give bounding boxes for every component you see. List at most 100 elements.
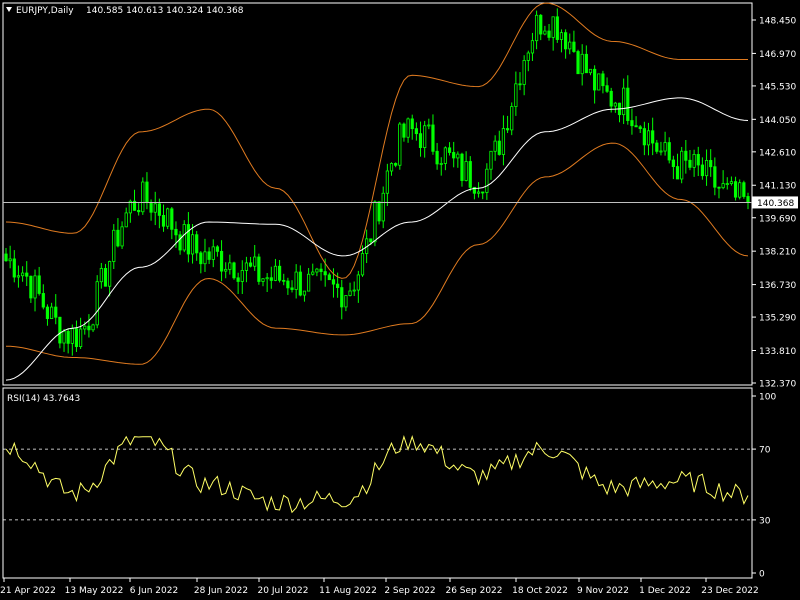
price-tick-label: 138.210	[759, 248, 796, 258]
candle-body	[157, 203, 161, 216]
candle-body	[360, 253, 365, 276]
candle-body	[203, 251, 207, 265]
candle-body	[385, 170, 389, 194]
candle-body	[112, 229, 116, 262]
candle-body	[66, 331, 70, 344]
candle-body	[99, 268, 103, 283]
candle-body	[530, 40, 535, 54]
candle-body	[340, 287, 344, 308]
candle-body	[655, 142, 659, 152]
rsi-plot-area	[3, 434, 752, 521]
triangle-down-icon[interactable]	[6, 7, 12, 12]
candle-body	[729, 181, 734, 184]
candle-body	[427, 124, 431, 127]
candle-body	[398, 123, 402, 166]
candle-body	[298, 271, 302, 296]
candle-body	[626, 87, 630, 121]
price-tick-label: 141.130	[759, 182, 796, 192]
candle-body	[232, 262, 236, 279]
date-tick-label: 26 Sep 2022	[445, 586, 502, 596]
candle-body	[588, 68, 593, 74]
candle-body	[174, 228, 178, 236]
candle-body	[37, 275, 41, 294]
candle-body	[584, 53, 588, 74]
candle-body	[70, 328, 74, 344]
candle-body	[423, 125, 427, 148]
candle-body	[327, 274, 331, 281]
candle-body	[153, 203, 157, 213]
candle-body	[149, 202, 153, 213]
date-tick-label: 23 Dec 2022	[701, 586, 759, 596]
price-plot-area	[3, 2, 752, 381]
price-tick-label: 146.970	[759, 50, 796, 60]
candle-body	[659, 150, 663, 153]
candle-body	[418, 133, 423, 148]
rsi-tick-label: 100	[759, 393, 776, 403]
candle-body	[564, 32, 568, 50]
candle-body	[240, 270, 244, 282]
candle-body	[646, 130, 651, 146]
candle-body	[717, 186, 721, 189]
candle-body	[261, 278, 265, 282]
candle-body	[170, 208, 174, 230]
candle-body	[622, 87, 626, 116]
candle-body	[721, 183, 725, 189]
candle-body	[178, 234, 182, 251]
candle-body	[244, 262, 249, 271]
candle-body	[746, 196, 750, 203]
candle-body	[186, 224, 190, 255]
price-tick-label: 135.290	[759, 314, 796, 324]
candle-body	[319, 268, 323, 272]
candle-body	[435, 150, 439, 165]
rsi-tick-label: 30	[759, 516, 771, 526]
candle-body	[597, 73, 601, 91]
candle-body	[414, 128, 418, 135]
price-tick-label: 132.370	[759, 380, 796, 390]
candle-body	[680, 150, 684, 180]
candle-body	[402, 123, 406, 138]
rsi-line	[5, 434, 749, 514]
candle-body	[336, 283, 340, 289]
price-tick-label: 144.050	[759, 116, 796, 126]
candle-body	[704, 160, 709, 177]
candle-body	[282, 279, 286, 282]
candle-body	[443, 147, 447, 164]
candle-body	[613, 102, 617, 107]
current-price-label: 140.368	[757, 199, 794, 209]
date-tick-label: 6 Jun 2022	[130, 586, 178, 596]
candle-body	[356, 274, 360, 291]
price-tick-label: 145.530	[759, 82, 796, 92]
candle-body	[294, 271, 298, 290]
candle-body	[601, 73, 605, 87]
candle-body	[219, 250, 224, 272]
candle-body	[593, 68, 597, 91]
candle-body	[16, 275, 21, 278]
candle-body	[116, 229, 120, 247]
candle-body	[738, 182, 742, 198]
candle-body	[572, 41, 576, 52]
candle-body	[526, 52, 530, 61]
candle-body	[120, 226, 124, 247]
candle-body	[302, 290, 307, 296]
candle-body	[518, 83, 522, 86]
candle-body	[709, 160, 713, 168]
candle-body	[269, 277, 273, 281]
candle-body	[49, 306, 54, 319]
date-tick-label: 1 Dec 2022	[639, 586, 691, 596]
date-tick-label: 28 Jun 2022	[194, 586, 248, 596]
candle-body	[510, 106, 514, 131]
price-tick-label: 142.610	[759, 148, 796, 158]
candle-body	[331, 279, 336, 285]
candle-body	[25, 272, 29, 277]
candle-body	[663, 142, 667, 152]
price-tick-label: 148.450	[759, 17, 796, 27]
candle-body	[733, 181, 738, 198]
candle-body	[95, 281, 99, 326]
candle-body	[141, 181, 145, 213]
candle-body	[277, 265, 282, 281]
date-tick-label: 9 Nov 2022	[577, 586, 629, 596]
ohlc-label: 140.585 140.613 140.324 140.368	[86, 6, 244, 16]
price-tick-label: 133.810	[759, 347, 796, 357]
price-panel-frame	[2, 2, 753, 386]
candle-body	[543, 30, 547, 35]
